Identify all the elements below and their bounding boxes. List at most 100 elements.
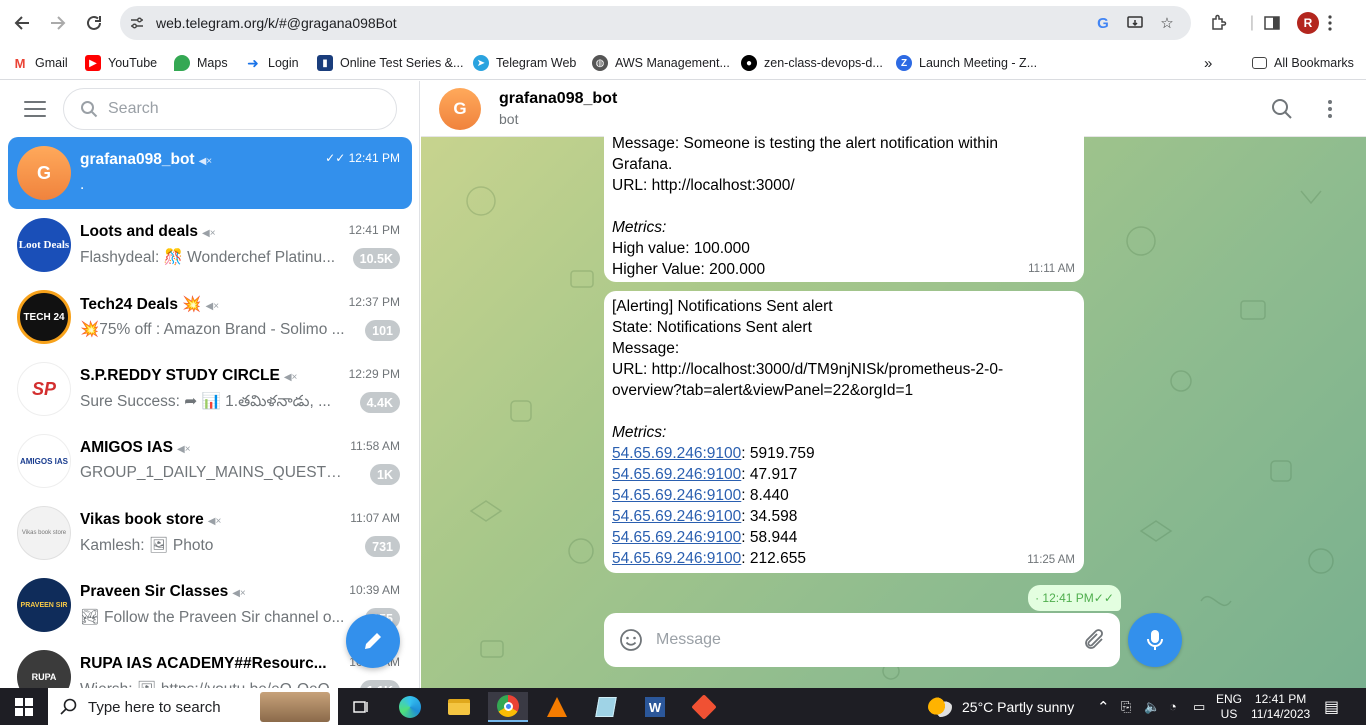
bookmark-youtube[interactable]: ▶ YouTube xyxy=(85,53,157,73)
outgoing-message[interactable]: · 12:41 PM ✓✓ xyxy=(1028,585,1121,611)
bookmark-maps[interactable]: Maps xyxy=(174,53,228,73)
weather-widget[interactable]: 25°C Partly sunny xyxy=(928,688,1074,725)
site-info-icon[interactable] xyxy=(128,14,146,32)
address-bar[interactable]: web.telegram.org/k/#@gragana098Bot G ☆ xyxy=(120,6,1191,40)
bookmark-gmail[interactable]: M Gmail xyxy=(12,53,68,73)
metric-link[interactable]: 54.65.69.246:9100 xyxy=(612,466,741,483)
chat-item-loots[interactable]: Loot Deals Loots and deals ◀× 12:41 PM Fl… xyxy=(8,209,412,281)
message-time: 12:41 PM xyxy=(1042,591,1094,605)
git-icon[interactable] xyxy=(684,692,724,722)
message-line: Higher Value: 200.000 xyxy=(612,261,766,278)
chat-title: grafana098_bot xyxy=(499,90,618,107)
search-icon[interactable] xyxy=(1270,97,1294,121)
taskbar-search[interactable]: Type here to search xyxy=(48,688,338,725)
bookmark-online-test[interactable]: ▮ Online Test Series &... xyxy=(317,53,463,73)
bookmark-github[interactable]: ● zen-class-devops-d... xyxy=(741,53,883,73)
menu-icon[interactable] xyxy=(24,101,46,117)
globe-icon: ◍ xyxy=(592,55,608,71)
notifications-icon[interactable]: ▤ xyxy=(1324,688,1339,725)
profile-avatar[interactable]: R xyxy=(1297,12,1319,34)
message-line: State: Notifications Sent alert xyxy=(612,319,812,336)
metric-row: 54.65.69.246:9100: 212.655 xyxy=(612,550,806,567)
more-menu-icon[interactable] xyxy=(1318,11,1342,35)
avatar: Vikas book store xyxy=(17,506,71,560)
google-lens-icon[interactable]: G xyxy=(1094,14,1112,32)
reload-icon[interactable] xyxy=(82,11,106,35)
back-icon[interactable] xyxy=(10,11,34,35)
message-input[interactable] xyxy=(656,627,1066,653)
message-line: Grafana. xyxy=(612,156,673,173)
zoom-icon: Z xyxy=(896,55,912,71)
forward-icon[interactable] xyxy=(46,11,70,35)
avatar: SP xyxy=(17,362,71,416)
new-message-button[interactable] xyxy=(346,614,400,668)
language-code: ENG xyxy=(1216,691,1243,706)
chrome-icon[interactable] xyxy=(488,692,528,722)
chat-panel: G grafana098_bot bot Message: Someone is… xyxy=(421,81,1366,688)
chat-item-tech24[interactable]: TECH 24 Tech24 Deals 💥 ◀× 12:37 PM 💥75% o… xyxy=(8,281,412,353)
unread-badge: 1.1K xyxy=(359,680,400,688)
microphone-icon xyxy=(1147,630,1163,650)
chat-subtitle: bot xyxy=(499,111,519,127)
metric-link[interactable]: 54.65.69.246:9100 xyxy=(612,487,741,504)
task-view-icon[interactable] xyxy=(341,692,381,722)
chat-avatar[interactable]: G xyxy=(439,88,481,130)
clock[interactable]: 12:41 PM 11/14/2023 xyxy=(1251,688,1310,725)
bookmark-login[interactable]: ➜ Login xyxy=(245,53,299,73)
message-time: 11:11 AM xyxy=(1028,263,1075,275)
chat-item-spreddy[interactable]: SP S.P.REDDY STUDY CIRCLE ◀× 12:29 PM Sur… xyxy=(8,353,412,425)
unread-badge: 1K xyxy=(370,464,400,485)
metric-link[interactable]: 54.65.69.246:9100 xyxy=(612,445,741,462)
all-bookmarks[interactable]: All Bookmarks xyxy=(1252,53,1354,73)
voice-record-button[interactable] xyxy=(1128,613,1182,667)
extensions-icon[interactable] xyxy=(1206,11,1230,35)
attach-icon[interactable] xyxy=(1082,628,1106,652)
chat-item-grafana[interactable]: G grafana098_bot ◀× ✓✓ 12:41 PM . xyxy=(8,137,412,209)
youtube-icon: ▶ xyxy=(85,55,101,71)
more-options-icon[interactable] xyxy=(1318,97,1342,121)
metric-link[interactable]: 54.65.69.246:9100 xyxy=(612,529,741,546)
bookmark-aws[interactable]: ◍ AWS Management... xyxy=(592,53,730,73)
bookmark-label: YouTube xyxy=(108,56,158,70)
language-indicator[interactable]: ENG US xyxy=(1216,688,1242,725)
word-icon[interactable]: W xyxy=(635,692,675,722)
chat-name: AMIGOS IAS ◀× xyxy=(80,439,191,456)
message-line: Message: xyxy=(612,340,680,357)
wifi-icon[interactable]: ◔ xyxy=(1169,688,1177,725)
message-line: overview?tab=alert&viewPanel=22&orgId=1 xyxy=(612,382,914,399)
bookmark-label: Maps xyxy=(197,56,228,70)
battery-icon[interactable]: ▭ xyxy=(1193,688,1205,725)
chat-preview: Kamlesh: 🖼 Photo xyxy=(80,537,214,554)
telegram-icon: ➤ xyxy=(473,55,489,71)
chat-name: Praveen Sir Classes ◀× xyxy=(80,583,246,600)
edge-icon[interactable] xyxy=(390,692,430,722)
url-text: web.telegram.org/k/#@gragana098Bot xyxy=(156,15,397,31)
metric-link[interactable]: 54.65.69.246:9100 xyxy=(612,550,741,567)
more-bookmarks-icon[interactable]: » xyxy=(1204,53,1212,73)
notes-app-icon[interactable] xyxy=(586,692,626,722)
avatar: Loot Deals xyxy=(17,218,71,272)
metric-link[interactable]: 54.65.69.246:9100 xyxy=(612,508,741,525)
chat-item-vikas[interactable]: Vikas book store Vikas book store ◀× 11:0… xyxy=(8,497,412,569)
volume-icon[interactable]: 🔈 xyxy=(1144,688,1160,725)
network-drive-icon[interactable]: ⎘ xyxy=(1121,688,1131,725)
vlc-icon[interactable] xyxy=(537,692,577,722)
bookmark-zoom[interactable]: Z Launch Meeting - Z... xyxy=(896,53,1037,73)
emoji-icon[interactable] xyxy=(619,628,643,652)
bookmark-star-icon[interactable]: ☆ xyxy=(1158,14,1176,32)
bookmark-label: zen-class-devops-d... xyxy=(764,56,883,70)
search-input[interactable]: Search xyxy=(63,88,397,130)
weather-text: 25°C Partly sunny xyxy=(962,698,1075,715)
show-hidden-icons[interactable]: ⌃ xyxy=(1097,688,1110,725)
install-app-icon[interactable] xyxy=(1126,14,1144,32)
message-bubble[interactable]: [Alerting] Notifications Sent alert Stat… xyxy=(604,291,1084,573)
message-bubble[interactable]: Message: Someone is testing the alert no… xyxy=(604,121,1084,282)
windows-start-icon[interactable] xyxy=(4,692,44,722)
side-panel-icon[interactable] xyxy=(1260,11,1284,35)
read-check-icon: ✓✓ xyxy=(1093,591,1114,605)
file-explorer-icon[interactable] xyxy=(439,692,479,722)
metric-row: 54.65.69.246:9100: 5919.759 xyxy=(612,445,815,462)
chat-item-amigos[interactable]: AMIGOS IAS AMIGOS IAS ◀× 11:58 AM GROUP_1… xyxy=(8,425,412,497)
test-series-icon: ▮ xyxy=(317,55,333,71)
bookmark-telegram[interactable]: ➤ Telegram Web xyxy=(473,53,576,73)
